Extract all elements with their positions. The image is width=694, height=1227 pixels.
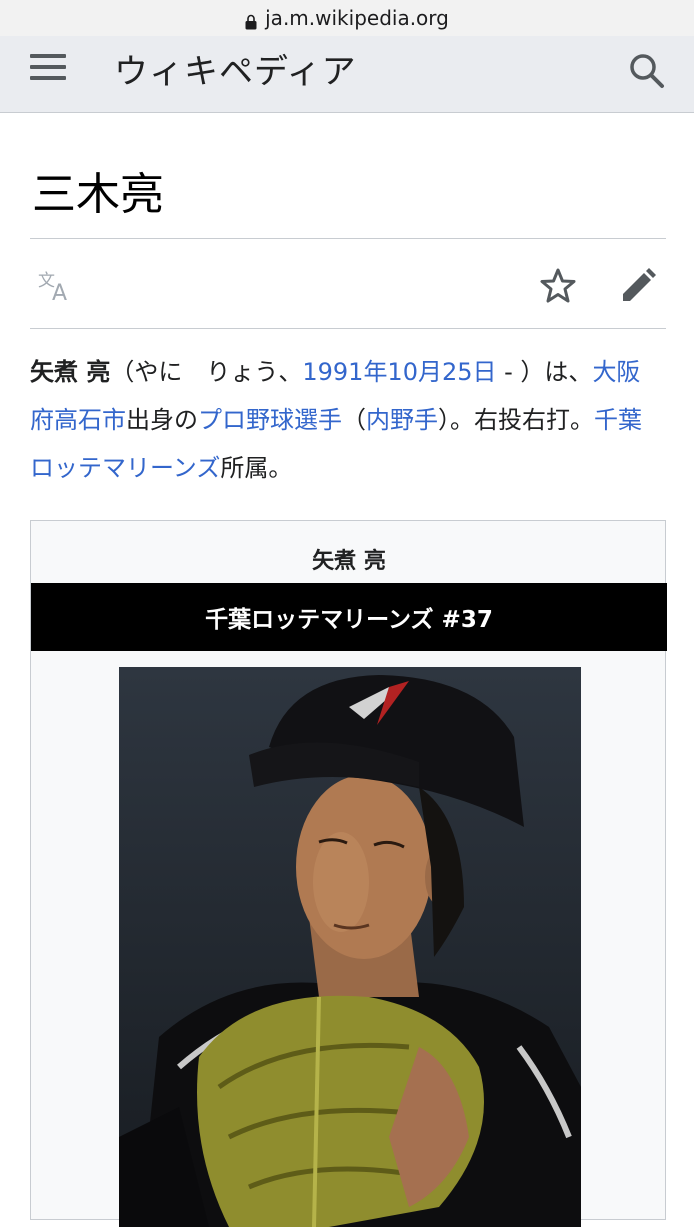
lead-text: 所属。 [220,454,293,482]
toolbar-divider [30,328,666,329]
url-text: ja.m.wikipedia.org [265,6,449,30]
search-icon[interactable] [626,50,666,90]
site-header: ウィキペディア [0,36,694,113]
title-divider [30,238,666,239]
birthdate-link[interactable]: 1991年10月25日 [302,358,496,386]
watch-star-icon[interactable] [538,266,578,306]
lead-text: （ [342,406,366,434]
site-logo[interactable]: ウィキペディア [114,44,357,93]
player-photo[interactable] [119,667,581,1227]
lock-icon [245,11,257,30]
lead-text: - ）は、 [496,358,593,386]
svg-text:A: A [52,281,67,306]
page-title: 三木亮 [32,169,164,220]
infobox-name: 矢煮 亮 [312,549,386,574]
occupation-link[interactable]: プロ野球選手 [198,406,342,434]
infobox: 矢煮 亮 千葉ロッテマリーンズ #37 [30,520,667,1227]
language-icon[interactable]: 文 A [36,266,76,306]
infobox-team-bar: 千葉ロッテマリーンズ #37 [31,583,667,651]
subject-name: 矢煮 亮 [30,358,111,386]
lead-text: ）。右投右打。 [438,406,594,434]
lead-paragraph: 矢煮 亮（やに りょう、1991年10月25日 - ）は、大阪府高石市出身のプロ… [30,348,650,492]
lead-text: 出身の [126,406,198,434]
position-link[interactable]: 内野手 [366,406,438,434]
address-bar[interactable]: ja.m.wikipedia.org [0,0,694,36]
menu-icon[interactable] [30,54,66,84]
edit-pencil-icon[interactable] [618,266,658,306]
reading-text: （やに りょう、 [110,358,303,386]
